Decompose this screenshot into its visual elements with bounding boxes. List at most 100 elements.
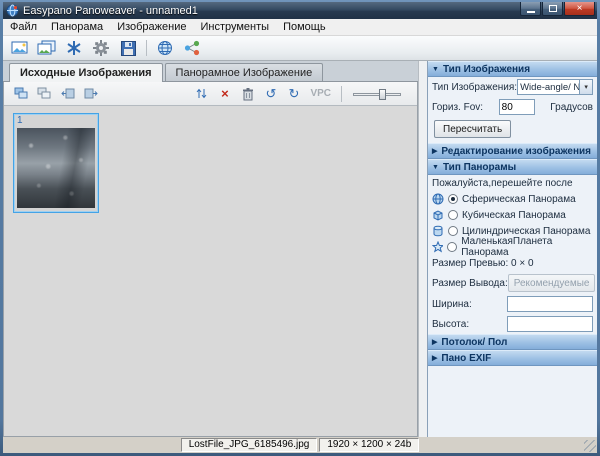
menubar: Файл Панорама Изображение Инструменты По… xyxy=(3,19,597,36)
menu-file[interactable]: Файл xyxy=(3,20,44,34)
save-button[interactable] xyxy=(116,38,140,59)
section-header-ceiling-floor[interactable]: ▶ Потолок/ Пол xyxy=(428,334,597,350)
main-toolbar xyxy=(3,36,597,61)
window-controls: × xyxy=(519,2,595,16)
chevron-down-icon: ▼ xyxy=(432,163,439,171)
move-left-icon xyxy=(60,88,74,99)
section-title: Потолок/ Пол xyxy=(441,336,508,348)
section-title: Редактирование изображения xyxy=(441,145,592,157)
radio-row-little-planet[interactable]: МаленькаяПланета Панорама xyxy=(428,236,597,258)
vpc-button[interactable]: VPC xyxy=(307,88,334,99)
share-icon xyxy=(184,40,200,56)
fov-unit-label: Градусов xyxy=(550,101,593,113)
image-type-value: Wide-angle/ N xyxy=(520,81,580,93)
minimize-button[interactable] xyxy=(520,2,541,16)
star-icon xyxy=(432,241,444,253)
radio-little-planet[interactable] xyxy=(447,242,458,252)
zoom-slider-handle[interactable] xyxy=(379,88,386,100)
thumbnail-image xyxy=(17,128,95,208)
chevron-right-icon: ▶ xyxy=(432,355,438,362)
radio-cubic[interactable] xyxy=(448,210,458,220)
globe-icon xyxy=(158,41,172,55)
zoom-slider-track xyxy=(353,92,401,96)
section-title: Тип Панорамы xyxy=(442,161,517,173)
select-all-icon xyxy=(14,87,28,99)
rotate-ccw-button[interactable]: ↺ xyxy=(261,85,280,103)
rotate-cw-icon: ↻ xyxy=(288,86,300,101)
height-label: Высота: xyxy=(432,318,470,330)
window-title: Easypano Panoweaver - unnamed1 xyxy=(23,4,198,17)
tabstrip: Исходные Изображения Панорамное Изображе… xyxy=(3,61,418,82)
minimize-icon xyxy=(526,10,535,13)
thumbnail-area: 1 xyxy=(4,106,417,436)
resize-grip[interactable] xyxy=(584,440,596,452)
menu-panorama[interactable]: Панорама xyxy=(44,20,110,34)
app-icon[interactable] xyxy=(6,4,19,17)
image-type-label: Тип Изображения: xyxy=(432,81,518,93)
menu-help[interactable]: Помощь xyxy=(276,20,333,34)
thumbnail-scrollbar[interactable] xyxy=(418,61,427,437)
delete-all-button[interactable] xyxy=(238,85,257,103)
left-pane: Исходные Изображения Панорамное Изображе… xyxy=(3,61,418,437)
open-images-button[interactable] xyxy=(35,38,59,59)
section-title: Пано EXIF xyxy=(441,352,492,364)
chevron-down-icon: ▼ xyxy=(432,65,439,73)
section-header-image-type[interactable]: ▼ Тип Изображения xyxy=(428,61,597,77)
new-panorama-button[interactable] xyxy=(8,38,32,59)
stitch-button[interactable] xyxy=(62,38,86,59)
height-input[interactable] xyxy=(507,316,593,332)
trash-icon xyxy=(242,87,253,100)
tab-source-images[interactable]: Исходные Изображения xyxy=(9,63,163,82)
radio-spherical[interactable] xyxy=(448,194,458,204)
radio-cylindrical[interactable] xyxy=(448,226,458,236)
delete-image-button[interactable]: × xyxy=(215,85,234,103)
height-row: Высота: xyxy=(428,314,597,334)
settings-button[interactable] xyxy=(89,38,113,59)
source-images-panel: × ↺ ↻ VPC 1 xyxy=(3,82,418,437)
rotate-ccw-icon: ↺ xyxy=(265,86,277,101)
recalculate-button[interactable]: Пересчитать xyxy=(434,120,512,138)
radio-label-little-planet: МаленькаяПланета Панорама xyxy=(461,236,553,258)
section-header-panorama-type[interactable]: ▼ Тип Панорамы xyxy=(428,159,597,175)
zoom-slider[interactable] xyxy=(353,87,401,101)
tab-panoramic-image[interactable]: Панорамное Изображение xyxy=(164,63,324,81)
app-window: Easypano Panoweaver - unnamed1 × Файл Па… xyxy=(0,0,600,456)
menu-image[interactable]: Изображение xyxy=(110,20,193,34)
open-images-icon xyxy=(37,40,56,55)
section-header-image-editing[interactable]: ▶ Редактирование изображения xyxy=(428,143,597,159)
fov-input[interactable] xyxy=(498,99,535,115)
new-panorama-icon xyxy=(11,41,28,54)
move-right-button[interactable] xyxy=(81,85,100,103)
close-button[interactable]: × xyxy=(564,2,595,16)
fov-label: Гориз. Fov: xyxy=(432,101,484,113)
stitch-icon xyxy=(67,41,81,55)
image-type-dropdown[interactable]: Wide-angle/ N ▾ xyxy=(517,79,594,95)
share-button[interactable] xyxy=(180,38,204,59)
right-panel: ▼ Тип Изображения Тип Изображения: Wide-… xyxy=(427,61,597,437)
source-image-thumbnail[interactable]: 1 xyxy=(13,113,99,213)
radio-row-spherical[interactable]: Сферическая Панорама xyxy=(428,191,597,207)
width-input[interactable] xyxy=(507,296,593,312)
maximize-button[interactable] xyxy=(542,2,563,16)
save-icon xyxy=(120,40,136,56)
recommended-button[interactable]: Рекомендуемые xyxy=(507,274,596,292)
statusbar: LostFile_JPG_6185496.jpg 1920 × 1200 × 2… xyxy=(3,437,597,453)
cylinder-icon xyxy=(433,225,443,237)
unselect-all-button[interactable] xyxy=(35,85,54,103)
status-dimensions: 1920 × 1200 × 24b xyxy=(319,438,420,452)
section-header-pano-exif[interactable]: ▶ Пано EXIF xyxy=(428,350,597,366)
radio-row-cubic[interactable]: Кубическая Панорама xyxy=(428,207,597,223)
move-left-button[interactable] xyxy=(58,85,77,103)
sort-images-button[interactable] xyxy=(192,85,211,103)
rotate-cw-button[interactable]: ↻ xyxy=(284,85,303,103)
menu-tools[interactable]: Инструменты xyxy=(193,20,276,34)
move-right-icon xyxy=(84,88,98,99)
select-all-button[interactable] xyxy=(12,85,31,103)
thumbnail-index: 1 xyxy=(17,115,23,126)
width-label: Ширина: xyxy=(432,298,472,310)
publish-web-button[interactable] xyxy=(153,38,177,59)
output-size-row: Размер Вывода: Рекомендуемые xyxy=(428,272,597,294)
toolbar-separator xyxy=(146,40,147,56)
output-size-label: Размер Вывода: xyxy=(432,277,508,289)
section-title: Тип Изображения xyxy=(442,63,531,75)
